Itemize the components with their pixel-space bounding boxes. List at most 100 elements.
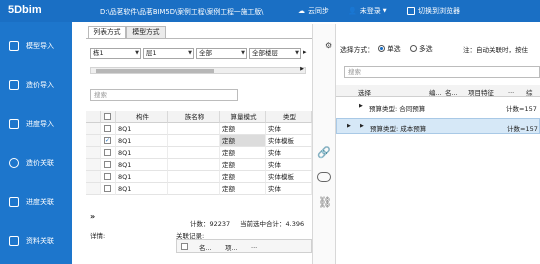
sidebar: 模型导入 造价导入 进度导入 造价关联 进度关联 资料关联 <box>0 22 72 264</box>
mode-cell[interactable]: 定额 <box>220 123 266 135</box>
cost-link-icon <box>9 158 19 168</box>
col-component[interactable]: 构件 <box>116 111 168 123</box>
link-chain-icon[interactable] <box>317 172 331 182</box>
more-icon[interactable]: ▸ <box>303 48 307 56</box>
selection-total: 当前选中合计：4.396 <box>240 220 305 228</box>
all-floors-select[interactable]: 全部楼层 ▼ <box>249 48 301 59</box>
row-check-cell[interactable] <box>101 171 116 183</box>
family-cell[interactable] <box>168 135 220 147</box>
mode-cell[interactable]: 定额 <box>220 171 266 183</box>
budget-table-header: 选择 编... 名... 项目特征 ... 综 <box>336 85 540 97</box>
col-composite[interactable]: 综 <box>526 87 533 97</box>
row-check-cell[interactable] <box>101 123 116 135</box>
component-cell[interactable]: 8Q1 <box>116 171 168 183</box>
type-cell[interactable]: 实体 <box>266 147 312 159</box>
sidebar-item-schedule-import[interactable]: 进度导入 <box>0 111 72 137</box>
component-panel: 列表方式 模型方式 栋1 ▼ 层1 ▼ 全部 ▼ 全部楼层 ▼ ▸ ▶ 搜索 构件 族名… <box>86 24 312 264</box>
expand-icon[interactable]: ▶ <box>360 123 364 129</box>
family-cell[interactable] <box>168 147 220 159</box>
cloud-icon: ☁ <box>298 7 305 15</box>
family-cell[interactable] <box>168 123 220 135</box>
settings-icon[interactable]: ⚙ <box>325 41 332 50</box>
row-checkbox[interactable]: ✓ <box>104 137 111 144</box>
budget-search-input[interactable]: 搜索 <box>344 66 540 78</box>
row-check-cell[interactable] <box>101 147 116 159</box>
sidebar-item-cost-link[interactable]: 造价关联 <box>0 150 72 176</box>
switch-browser-button[interactable]: 切换到浏览器 <box>407 6 460 16</box>
search-input[interactable]: 搜索 <box>90 89 238 101</box>
category-select[interactable]: 全部 ▼ <box>196 48 247 59</box>
horizontal-scrollbar[interactable]: ▶ <box>90 66 306 74</box>
relation-col-name[interactable]: 名... <box>199 242 212 252</box>
scrollbar-thumb[interactable] <box>96 69 214 73</box>
floor-select[interactable]: 层1 ▼ <box>143 48 194 59</box>
row-checkbox[interactable] <box>104 149 111 156</box>
row-number-cell[interactable] <box>86 135 101 147</box>
tab-list-view[interactable]: 列表方式 <box>88 26 126 38</box>
user-icon: 👤 <box>348 7 357 15</box>
row-checkbox[interactable] <box>104 161 111 168</box>
link-icon[interactable]: 🔗 <box>317 146 331 159</box>
component-cell[interactable]: 8Q1 <box>116 135 168 147</box>
row-number-cell[interactable] <box>86 171 101 183</box>
budget-group-row[interactable]: ▶ 预算类型: 合同预算 计数=157 <box>336 100 540 114</box>
type-cell[interactable]: 实体模板 <box>266 135 312 147</box>
building-select[interactable]: 栋1 ▼ <box>90 48 141 59</box>
row-checkbox[interactable] <box>104 185 111 192</box>
relation-col-item[interactable]: 项... <box>225 242 238 252</box>
row-number-cell[interactable] <box>86 147 101 159</box>
chevron-down-icon: ▼ <box>188 50 192 56</box>
cloud-sync-button[interactable]: ☁ 云同步 <box>298 6 329 16</box>
mode-multi-radio[interactable]: 多选 <box>410 43 433 53</box>
type-cell[interactable]: 实体 <box>266 123 312 135</box>
sidebar-item-cost-import[interactable]: 造价导入 <box>0 72 72 98</box>
row-number-cell[interactable] <box>86 123 101 135</box>
sidebar-item-model-import[interactable]: 模型导入 <box>0 33 72 59</box>
mode-cell[interactable]: 定额 <box>220 135 266 147</box>
unlink-icon[interactable]: ⛓ <box>318 196 332 209</box>
login-menu[interactable]: 👤 未登录 ▼ <box>348 6 387 16</box>
type-cell[interactable]: 实体模板 <box>266 171 312 183</box>
col-mode[interactable]: 算量模式 <box>220 111 266 123</box>
col-type[interactable]: 类型 <box>266 111 312 123</box>
budget-group-row[interactable]: ▶ ▶ 预算类型: 成本预算 计数=157 <box>336 118 540 134</box>
family-cell[interactable] <box>168 171 220 183</box>
row-checkbox[interactable] <box>104 173 111 180</box>
mode-cell[interactable]: 定额 <box>220 183 266 195</box>
row-check-cell[interactable] <box>101 159 116 171</box>
sidebar-item-schedule-link[interactable]: 进度关联 <box>0 189 72 215</box>
type-cell[interactable]: 实体 <box>266 183 312 195</box>
col-code[interactable]: 编... <box>429 87 442 97</box>
row-number-cell[interactable] <box>86 183 101 195</box>
expand-icon[interactable]: ▶ <box>359 103 363 109</box>
mode-cell[interactable]: 定额 <box>220 147 266 159</box>
col-extra[interactable]: ... <box>508 87 514 95</box>
scroll-right-arrow[interactable]: ▶ <box>300 66 304 72</box>
component-cell[interactable]: 8Q1 <box>116 123 168 135</box>
col-select[interactable]: 选择 <box>358 87 371 97</box>
col-name[interactable]: 名... <box>445 87 458 97</box>
relation-col-more[interactable]: ... <box>251 242 257 250</box>
component-cell[interactable]: 8Q1 <box>116 159 168 171</box>
col-family[interactable]: 族名称 <box>168 111 220 123</box>
mode-cell[interactable]: 定额 <box>220 159 266 171</box>
row-checkbox[interactable] <box>104 125 111 132</box>
tab-model-view[interactable]: 模型方式 <box>126 26 166 38</box>
title-bar: 5Dbim D:\品茗软件\品茗BIM5D\案例工程\案例工程一施工版\ ☁ 云同… <box>0 0 540 22</box>
row-check-cell[interactable] <box>101 183 116 195</box>
row-check-cell[interactable]: ✓ <box>101 135 116 147</box>
col-features[interactable]: 项目特征 <box>468 87 494 97</box>
relation-checkbox[interactable] <box>181 243 188 250</box>
family-cell[interactable] <box>168 183 220 195</box>
type-cell[interactable]: 实体 <box>266 159 312 171</box>
component-cell[interactable]: 8Q1 <box>116 147 168 159</box>
select-all-checkbox[interactable] <box>104 113 111 120</box>
check-all-col <box>101 111 116 123</box>
row-number-cell[interactable] <box>86 159 101 171</box>
sidebar-item-document-link[interactable]: 资料关联 <box>0 228 72 254</box>
collapse-icon[interactable]: » <box>90 212 95 221</box>
component-cell[interactable]: 8Q1 <box>116 183 168 195</box>
family-cell[interactable] <box>168 159 220 171</box>
mode-single-radio[interactable]: 单选 <box>378 43 401 53</box>
row-pointer-icon: ▶ <box>347 123 351 129</box>
